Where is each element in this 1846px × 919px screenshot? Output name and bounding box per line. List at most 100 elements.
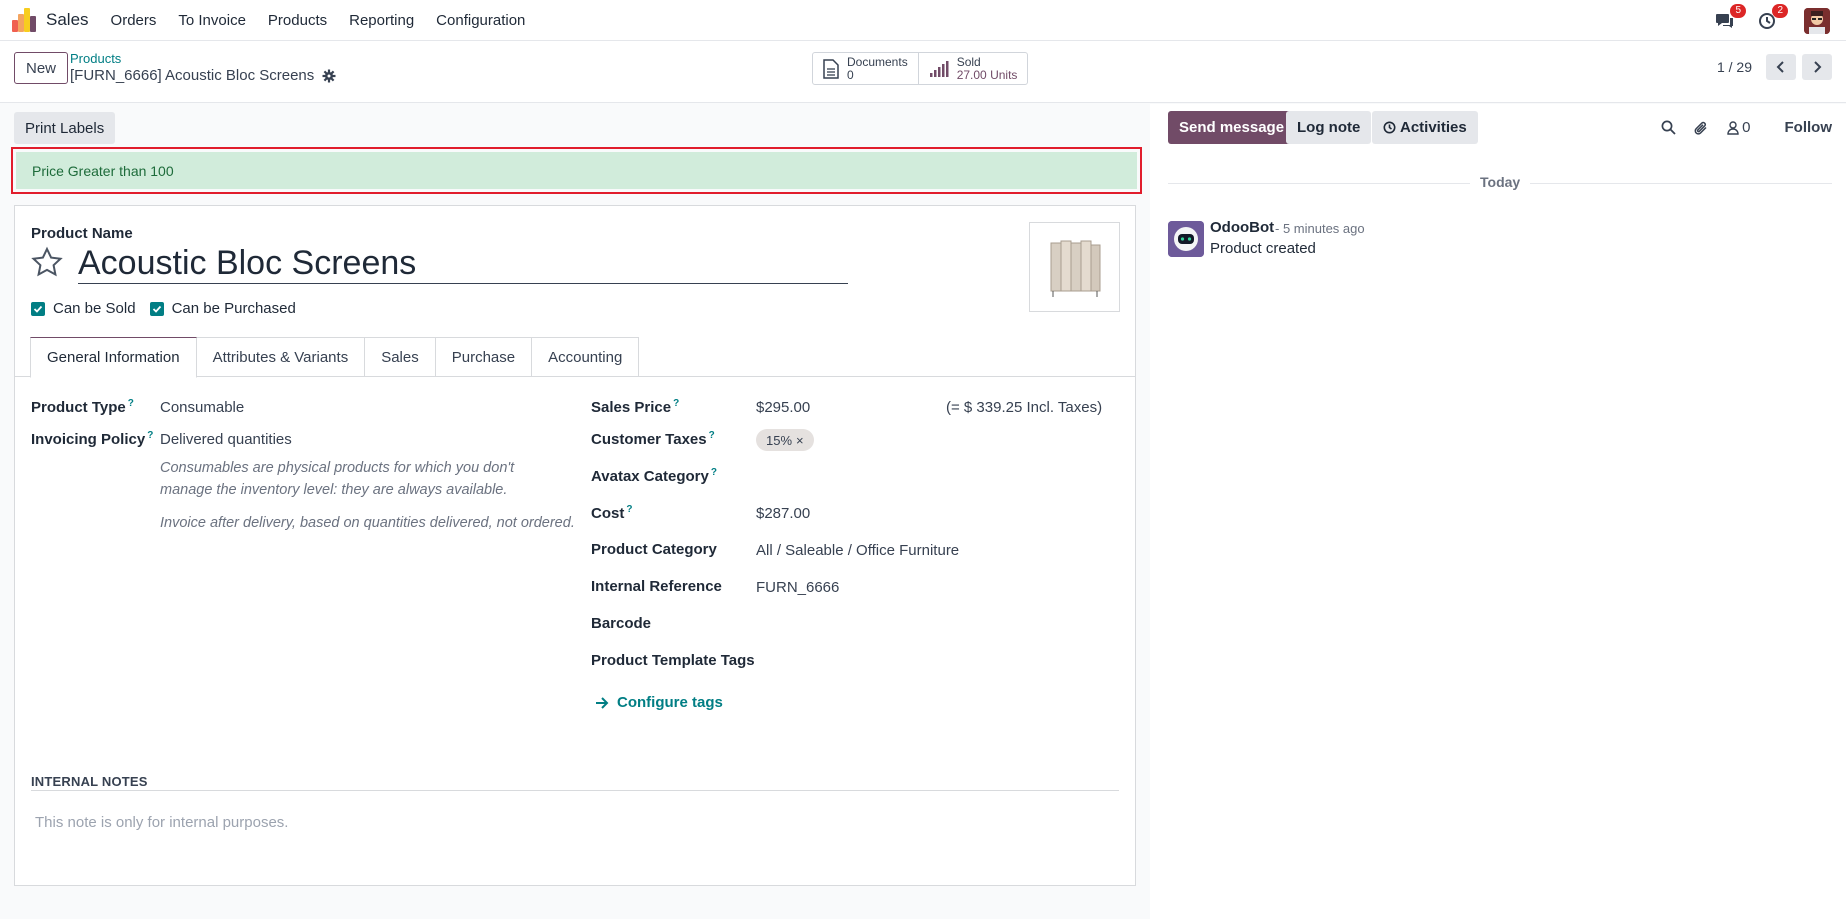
sold-label: Sold	[956, 54, 981, 69]
product-category-value[interactable]: All / Saleable / Office Furniture	[756, 542, 959, 559]
paperclip-icon[interactable]	[1694, 120, 1709, 136]
can-be-purchased-checkbox[interactable]: Can be Purchased	[149, 300, 296, 317]
sales-price-value[interactable]: $295.00	[756, 399, 810, 416]
sold-value: 27.00 Units	[956, 67, 1018, 82]
app-logo-icon[interactable]	[12, 8, 36, 32]
chatter-panel: Send message Log note Activities 0 Follo…	[1150, 104, 1846, 919]
tab-purchase[interactable]: Purchase	[434, 337, 533, 377]
remove-tag-icon[interactable]: ×	[796, 433, 804, 448]
internal-notes-divider	[31, 790, 1119, 791]
avatax-category-label-text: Avatax Category	[591, 468, 709, 485]
search-icon[interactable]	[1661, 120, 1676, 135]
breadcrumb-current-label: [FURN_6666] Acoustic Bloc Screens	[70, 67, 315, 84]
breadcrumb-current: [FURN_6666] Acoustic Bloc Screens	[70, 67, 336, 84]
sold-smart-button[interactable]: Sold 27.00 Units	[919, 53, 1028, 84]
incl-taxes-value: (= $ 339.25 Incl. Taxes)	[946, 399, 1103, 416]
product-image[interactable]	[1029, 222, 1120, 312]
new-button[interactable]: New	[14, 52, 69, 84]
help-tooltip-icon[interactable]: ?	[128, 398, 134, 409]
help-tooltip-icon[interactable]: ?	[626, 504, 632, 515]
documents-count: 0	[847, 67, 854, 82]
checkbox-row: Can be Sold Can be Purchased	[31, 300, 296, 317]
product-name-label: Product Name	[31, 225, 133, 242]
followers-count: 0	[1742, 119, 1751, 136]
app-name[interactable]: Sales	[46, 10, 89, 30]
can-be-sold-checkbox[interactable]: Can be Sold	[31, 300, 136, 317]
odoobot-avatar[interactable]	[1168, 221, 1204, 257]
product-template-tags-label: Product Template Tags	[591, 652, 755, 669]
message-timestamp: - 5 minutes ago	[1275, 221, 1365, 236]
pager-value[interactable]: 1 / 29	[1717, 59, 1752, 75]
consumable-help-text: Consumables are physical products for wh…	[160, 460, 515, 498]
send-message-button[interactable]: Send message	[1168, 111, 1296, 144]
message-author[interactable]: OdooBot	[1210, 219, 1274, 236]
pager-previous-button[interactable]	[1766, 54, 1796, 80]
user-avatar[interactable]	[1804, 7, 1830, 34]
tab-sales[interactable]: Sales	[364, 337, 436, 377]
follow-button[interactable]: Follow	[1785, 119, 1833, 136]
clock-icon	[1383, 121, 1396, 134]
chevron-left-icon	[1776, 61, 1784, 73]
invoicing-policy-value[interactable]: Delivered quantities	[160, 431, 292, 448]
customer-taxes-label: Customer Taxes?	[591, 430, 715, 448]
followers-button[interactable]: 0	[1727, 119, 1751, 136]
can-be-purchased-label: Can be Purchased	[171, 300, 296, 317]
configure-tags-label: Configure tags	[617, 694, 723, 711]
sales-price-label: Sales Price?	[591, 398, 679, 416]
pager: 1 / 29	[1717, 54, 1832, 80]
top-navbar: Sales Orders To Invoice Products Reporti…	[0, 0, 1846, 41]
internal-reference-value[interactable]: FURN_6666	[756, 579, 839, 596]
breadcrumb: Products [FURN_6666] Acoustic Bloc Scree…	[70, 51, 336, 84]
gear-icon[interactable]	[322, 69, 336, 83]
internal-notes-title: INTERNAL NOTES	[31, 774, 148, 789]
internal-notes-input[interactable]: This note is only for internal purposes.	[35, 814, 288, 831]
cost-value[interactable]: $287.00	[756, 505, 810, 522]
form-tabs: General Information Attributes & Variant…	[30, 337, 640, 378]
tab-general-information[interactable]: General Information	[30, 337, 197, 378]
help-tooltip-icon[interactable]: ?	[147, 430, 153, 441]
can-be-sold-label: Can be Sold	[53, 300, 136, 317]
document-icon	[823, 58, 839, 79]
activities-button[interactable]: Activities	[1372, 111, 1478, 144]
documents-smart-button[interactable]: Documents 0	[813, 53, 919, 84]
alert-banner: Price Greater than 100	[16, 152, 1137, 189]
invoicing-policy-label: Invoicing Policy?	[31, 430, 153, 448]
customer-tax-tag-label: 15%	[766, 432, 793, 448]
help-tooltip-icon[interactable]: ?	[673, 398, 679, 409]
control-panel: New Products [FURN_6666] Acoustic Bloc S…	[0, 41, 1846, 103]
cost-label: Cost?	[591, 504, 632, 522]
breadcrumb-products-link[interactable]: Products	[70, 51, 336, 66]
messages-icon[interactable]: 5	[1714, 3, 1746, 32]
bar-chart-icon	[929, 60, 949, 77]
product-type-label-text: Product Type	[31, 399, 126, 416]
product-type-value[interactable]: Consumable	[160, 399, 244, 416]
form-zone: Print Labels Price Greater than 100 Prod…	[0, 104, 1150, 919]
log-note-button[interactable]: Log note	[1286, 111, 1372, 144]
help-tooltip-icon[interactable]: ?	[709, 430, 715, 441]
internal-reference-label: Internal Reference	[591, 578, 722, 595]
alert-text: Price Greater than 100	[32, 162, 174, 179]
menu-reporting[interactable]: Reporting	[349, 12, 414, 29]
documents-label: Documents	[847, 54, 908, 69]
arrow-right-icon	[596, 696, 609, 709]
configure-tags-link[interactable]: Configure tags	[595, 694, 723, 711]
form-sheet: Product Name Acoustic Bloc Screens Can b…	[14, 205, 1136, 886]
activities-clock-icon[interactable]: 2	[1756, 3, 1788, 32]
favorite-star-icon[interactable]	[30, 246, 64, 280]
menu-to-invoice[interactable]: To Invoice	[178, 12, 246, 29]
tab-accounting[interactable]: Accounting	[531, 337, 640, 377]
alert-highlight-frame: Price Greater than 100	[11, 147, 1142, 194]
customer-tax-tag[interactable]: 15% ×	[756, 429, 814, 451]
invoice-policy-help-text: Invoice after delivery, based on quantit…	[160, 515, 575, 531]
menu-configuration[interactable]: Configuration	[436, 12, 525, 29]
invoicing-policy-label-text: Invoicing Policy	[31, 431, 146, 448]
help-tooltip-icon[interactable]: ?	[711, 467, 717, 478]
print-labels-button[interactable]: Print Labels	[14, 112, 116, 144]
tab-attributes-variants[interactable]: Attributes & Variants	[195, 337, 366, 377]
pager-next-button[interactable]	[1802, 54, 1832, 80]
activities-badge: 2	[1772, 3, 1788, 18]
product-name-input[interactable]: Acoustic Bloc Screens	[78, 243, 848, 284]
menu-orders[interactable]: Orders	[111, 12, 157, 29]
menu-products[interactable]: Products	[268, 12, 327, 29]
sales-price-label-text: Sales Price	[591, 399, 672, 416]
